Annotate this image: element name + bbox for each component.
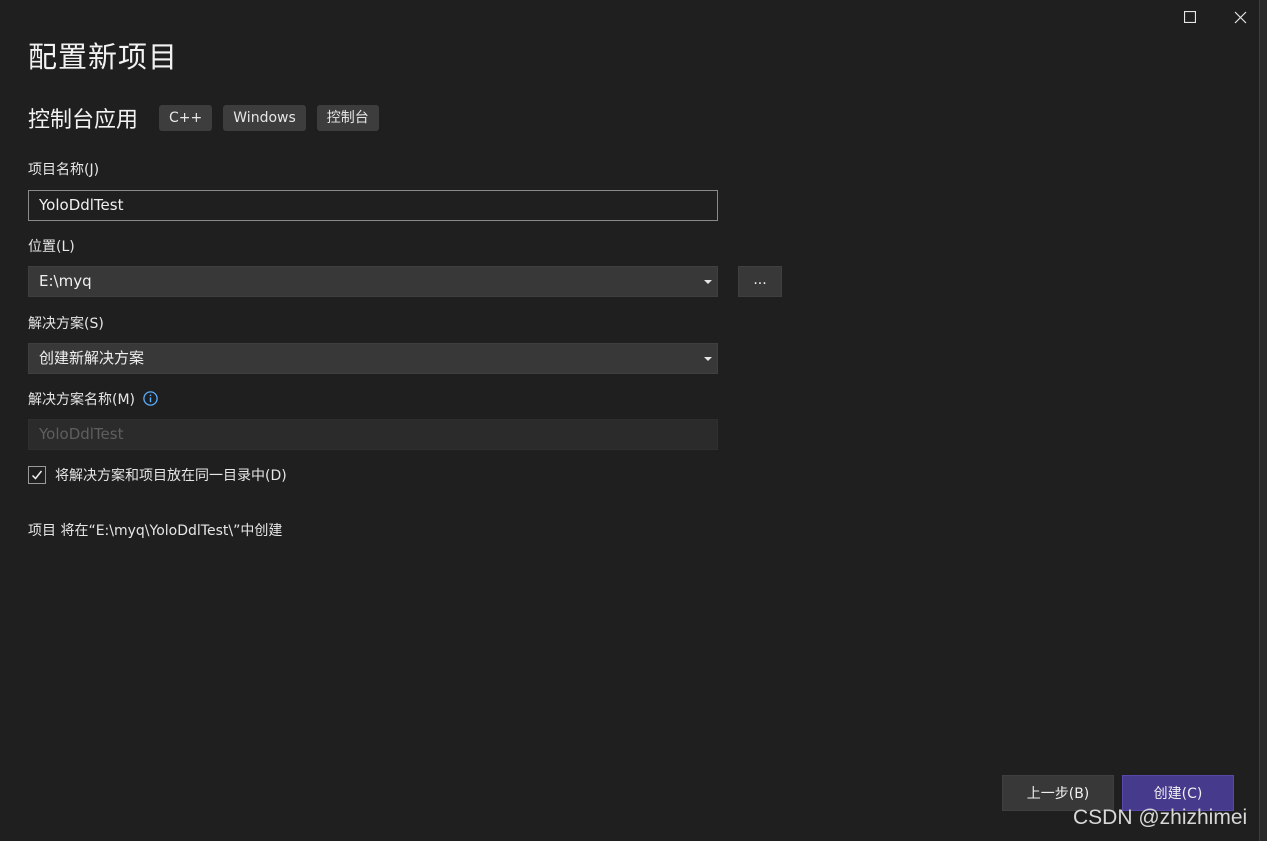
watermark: CSDN @zhizhimei	[1073, 806, 1248, 829]
creation-path-summary: 项目 将在“E:\myq\YoloDdlTest\”中创建	[28, 523, 283, 539]
tag-project-type: 控制台	[316, 105, 379, 131]
same-directory-checkbox[interactable]	[28, 466, 46, 484]
window-edge	[1259, 0, 1267, 841]
tag-platform: Windows	[223, 105, 306, 131]
same-directory-label: 将解决方案和项目放在同一目录中(D)	[55, 468, 287, 484]
solution-label: 解决方案(S)	[28, 316, 104, 332]
page-title: 配置新项目	[28, 40, 179, 74]
solution-value: 创建新解决方案	[39, 349, 145, 367]
template-header: 控制台应用 C++ Windows 控制台	[28, 104, 390, 133]
configure-project-dialog: 配置新项目 控制台应用 C++ Windows 控制台 项目名称(J) Yolo…	[0, 0, 1259, 841]
project-name-input[interactable]: YoloDdlTest	[28, 190, 718, 221]
close-button[interactable]	[1224, 4, 1256, 30]
browse-button[interactable]: ...	[738, 266, 782, 297]
location-combobox[interactable]: E:\myq	[28, 266, 718, 297]
location-label: 位置(L)	[28, 239, 75, 255]
close-x-icon	[1234, 11, 1246, 23]
chevron-down-icon	[704, 357, 712, 361]
chevron-down-icon	[704, 280, 712, 284]
template-name: 控制台应用	[28, 108, 139, 133]
solution-name-label-row: 解决方案名称(M)	[28, 389, 158, 409]
checkmark-icon	[31, 470, 43, 480]
same-directory-option[interactable]: 将解决方案和项目放在同一目录中(D)	[28, 465, 287, 485]
project-name-label: 项目名称(J)	[28, 162, 100, 178]
solution-combobox[interactable]: 创建新解决方案	[28, 343, 718, 374]
location-value: E:\myq	[39, 272, 92, 290]
maximize-square-icon	[1184, 11, 1196, 23]
maximize-button[interactable]	[1174, 4, 1206, 30]
info-circle-icon[interactable]	[143, 391, 158, 406]
solution-name-label: 解决方案名称(M)	[28, 392, 136, 408]
tag-language: C++	[159, 105, 213, 131]
solution-name-input: YoloDdlTest	[28, 419, 718, 450]
